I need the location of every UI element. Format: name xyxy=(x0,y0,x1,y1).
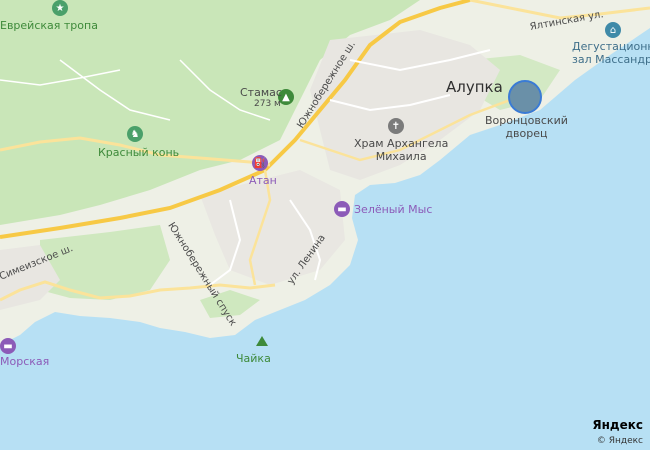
poi-label-chaika[interactable]: Чайка xyxy=(236,352,271,365)
poi-label-atan[interactable]: Атан xyxy=(249,174,277,187)
city-label-alupka[interactable]: Алупка xyxy=(446,78,503,96)
museum-icon[interactable]: ⌂ xyxy=(605,22,621,38)
map-canvas xyxy=(0,0,650,345)
yandex-logo[interactable]: Яндекс xyxy=(592,418,643,432)
church-icon[interactable]: ✝ xyxy=(388,118,404,134)
poi-label-khram[interactable]: Храм Архангела Михаила xyxy=(354,137,448,163)
photo-marker-vorontsov[interactable] xyxy=(508,80,542,114)
star-icon[interactable]: ★ xyxy=(52,0,68,16)
poi-label-morskaya[interactable]: Морская xyxy=(0,355,49,368)
hotel-icon[interactable]: ▬ xyxy=(334,201,350,217)
poi-label-evreiskaya[interactable]: Еврейская тропа xyxy=(0,19,98,32)
poi-label-stamas-alt: 273 м xyxy=(254,99,281,109)
fuel-icon[interactable]: ⛽ xyxy=(252,155,268,171)
copyright-text[interactable]: © Яндекс xyxy=(597,436,643,446)
hotel-icon[interactable]: ▬ xyxy=(0,338,16,354)
poi-label-krasny-kon[interactable]: Красный конь xyxy=(98,146,179,159)
mountain-icon[interactable] xyxy=(256,336,268,346)
poi-label-vorontsov[interactable]: Воронцовский дворец xyxy=(485,114,568,140)
poi-label-zeleny-mys[interactable]: Зелёный Мыс xyxy=(354,203,432,216)
map-view[interactable]: ★ ▲ ♞ ⛽ ✝ ▬ ⌂ ▬ Еврейская тропа Стамас 2… xyxy=(0,0,650,450)
horse-icon[interactable]: ♞ xyxy=(127,126,143,142)
poi-label-degust[interactable]: Дегустационны зал Массандр xyxy=(572,40,650,66)
